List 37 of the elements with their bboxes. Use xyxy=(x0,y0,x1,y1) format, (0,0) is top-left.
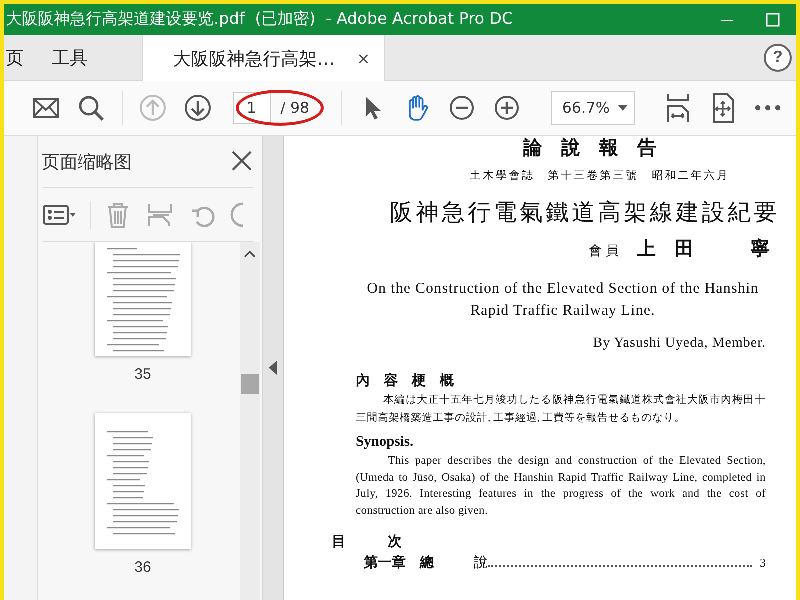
scroll-thumb[interactable] xyxy=(241,374,259,394)
collapse-handle[interactable] xyxy=(262,136,284,600)
page-number: 35 xyxy=(134,366,152,383)
scroll-up-icon[interactable] xyxy=(244,250,256,258)
english-title: On the Construction of the Elevated Section of the Hanshin Rapid Traffic Railway Line. xyxy=(366,280,760,321)
page-count: / 98 xyxy=(280,99,311,117)
tab[interactable]: 页 xyxy=(4,35,38,80)
contents-heading: 目 次 xyxy=(332,534,403,551)
abstract-heading: 內 容 梗 概 xyxy=(356,372,455,390)
author-role: 會員 xyxy=(589,242,623,260)
close-icon[interactable] xyxy=(231,150,253,172)
scrollbar[interactable] xyxy=(240,242,260,600)
close-tab-button[interactable]: × xyxy=(357,49,370,68)
help-button[interactable]: ? xyxy=(764,44,792,72)
collapse-arrow-icon[interactable] xyxy=(269,361,277,375)
chapter-title: 第一章 總 xyxy=(364,555,436,572)
page-number: 36 xyxy=(134,559,152,576)
tab[interactable]: 工具 xyxy=(38,35,102,80)
synopsis-text: This paper describes the design and construction of the Elevated Section, (Umeda to Jūsō, Osaka) of the Hanshin Rapid Traffic Railway Line, completed in July, 1926. Interesting features in the progress of the work and the cost of construction are also given. xyxy=(356,454,766,518)
abstract-text: 本編は大正十五年七月竣功したる阪神急行電氣鐵道株式會社大阪市內梅田十三間高架橋築造工事の設計, 工事經過, 工費等を報告せるものなり。 xyxy=(356,393,766,426)
caret-icon xyxy=(618,105,628,111)
maximize-icon[interactable] xyxy=(766,12,780,26)
tab[interactable]: 大阪阪神急行高架… × xyxy=(142,35,386,82)
page-thumbnail[interactable] xyxy=(95,242,191,356)
document-title: 阪神急行電氣鐵道高架線建設紀要 xyxy=(389,199,781,227)
byline: By Yasushi Uyeda, Member. xyxy=(592,336,766,352)
panel-title: 页面缩略图 xyxy=(42,150,132,174)
synopsis-heading: Synopsis. xyxy=(356,434,415,451)
section-header: 論 說 報 告 xyxy=(522,138,658,160)
journal-line: 土木學會誌 第十三卷第三號 昭和二年六月 xyxy=(469,168,731,183)
zoom-dropdown[interactable]: 66.7% xyxy=(551,91,636,125)
chapter-subtitle: 說 xyxy=(474,555,488,572)
author-name: 上 田 寧 xyxy=(637,238,770,262)
window-title: 大阪阪神急行高架道建设要览.pdf (已加密) - Adobe Acrobat Pro DC xyxy=(6,9,514,30)
next-page-icon[interactable] xyxy=(183,93,214,123)
page-thumbnail[interactable] xyxy=(95,413,191,549)
page-reference: 3 xyxy=(760,555,766,572)
